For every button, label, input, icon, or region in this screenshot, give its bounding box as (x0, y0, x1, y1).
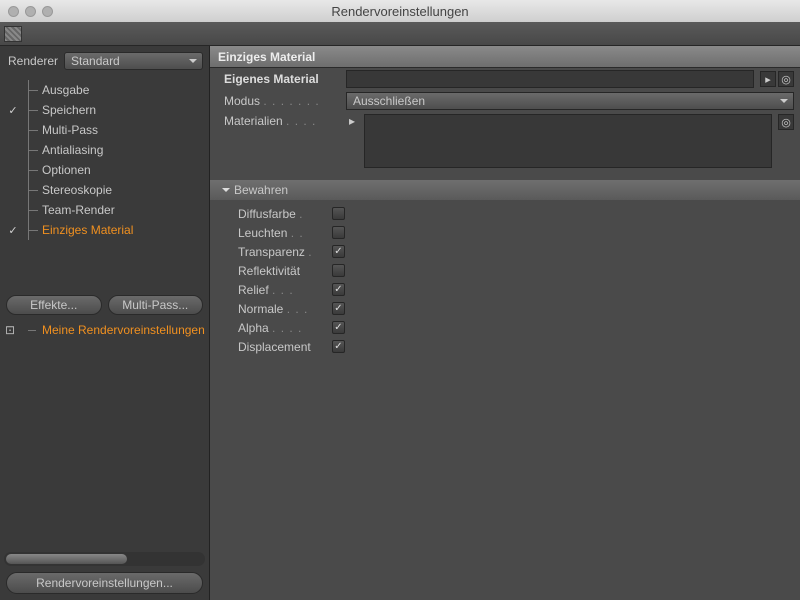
sidebar-item-ausgabe[interactable]: Ausgabe (0, 80, 209, 100)
own-material-field[interactable] (346, 70, 754, 88)
settings-tree: Ausgabe ✓ Speichern Multi-Pass Antialiasing O… (0, 78, 209, 291)
link-icon[interactable]: ▸ (760, 71, 776, 87)
check-row-displacement: Displacement ✓ (238, 337, 800, 356)
sidebar-item-label: Multi-Pass (40, 123, 98, 137)
sidebar: Renderer Standard Ausgabe ✓ Speichern Multi… (0, 46, 210, 600)
sidebar-item-label: Optionen (40, 163, 91, 177)
own-material-label: Eigenes Material (224, 72, 340, 86)
checkbox-icon[interactable]: ✓ (6, 224, 20, 237)
sidebar-item-label: Stereoskopie (40, 183, 112, 197)
checkbox-icon[interactable]: ✓ (6, 104, 20, 117)
target-icon[interactable]: ◎ (778, 71, 794, 87)
checkbox[interactable]: ✓ (332, 321, 345, 334)
preset-label[interactable]: Meine Rendervoreinstellungen (42, 323, 205, 337)
mode-label: Modus . . . . . . . (224, 94, 340, 108)
check-row-transparenz: Transparenz . ✓ (238, 242, 800, 261)
check-label: Reflektivität (238, 264, 328, 278)
sidebar-item-label: Team-Render (40, 203, 115, 217)
check-row-diffusfarbe: Diffusfarbe . (238, 204, 800, 223)
texture-icon[interactable] (4, 26, 22, 42)
sidebar-item-einziges-material[interactable]: ✓ Einziges Material (0, 220, 209, 240)
check-row-normale: Normale . . . ✓ (238, 299, 800, 318)
preset-toggle-icon[interactable]: ⊡ (4, 324, 16, 336)
preserve-group-header[interactable]: Bewahren (210, 180, 800, 200)
sidebar-item-optionen[interactable]: Optionen (0, 160, 209, 180)
sidebar-item-label: Einziges Material (40, 223, 133, 237)
renderer-label: Renderer (8, 54, 58, 68)
chevron-down-icon (222, 188, 230, 196)
renderer-dropdown[interactable]: Standard (64, 52, 203, 70)
multipass-button[interactable]: Multi-Pass... (108, 295, 204, 315)
sidebar-item-label: Ausgabe (40, 83, 89, 97)
check-label: Leuchten . . (238, 226, 328, 240)
check-label: Alpha . . . . (238, 321, 328, 335)
check-label: Normale . . . (238, 302, 328, 316)
renderer-value: Standard (71, 54, 120, 68)
render-settings-button[interactable]: Rendervoreinstellungen... (6, 572, 203, 594)
checkbox[interactable] (332, 264, 345, 277)
checkbox[interactable] (332, 207, 345, 220)
checkbox[interactable]: ✓ (332, 302, 345, 315)
sidebar-item-label: Antialiasing (40, 143, 103, 157)
panel-title: Einziges Material (210, 46, 800, 68)
check-label: Transparenz . (238, 245, 328, 259)
check-row-alpha: Alpha . . . . ✓ (238, 318, 800, 337)
materials-field[interactable] (364, 114, 772, 168)
checkbox[interactable] (332, 226, 345, 239)
sidebar-scrollbar[interactable] (4, 552, 205, 566)
sidebar-item-stereoskopie[interactable]: Stereoskopie (0, 180, 209, 200)
check-label: Diffusfarbe . (238, 207, 328, 221)
sidebar-item-antialiasing[interactable]: Antialiasing (0, 140, 209, 160)
check-label: Displacement (238, 340, 328, 354)
expand-icon[interactable]: ▸ (346, 114, 358, 128)
sidebar-item-speichern[interactable]: ✓ Speichern (0, 100, 209, 120)
window-titlebar: Rendervoreinstellungen (0, 0, 800, 22)
sidebar-item-label: Speichern (40, 103, 96, 117)
check-row-relief: Relief . . . ✓ (238, 280, 800, 299)
checkbox[interactable]: ✓ (332, 245, 345, 258)
mode-dropdown[interactable]: Ausschließen (346, 92, 794, 110)
target-icon[interactable]: ◎ (778, 114, 794, 130)
check-row-reflektivität: Reflektivität (238, 261, 800, 280)
check-label: Relief . . . (238, 283, 328, 297)
window-title: Rendervoreinstellungen (0, 4, 800, 19)
sidebar-item-team-render[interactable]: Team-Render (0, 200, 209, 220)
checkbox[interactable]: ✓ (332, 340, 345, 353)
sidebar-item-multi-pass[interactable]: Multi-Pass (0, 120, 209, 140)
properties-panel: Einziges Material Eigenes Material ▸ ◎ M… (210, 46, 800, 600)
checkbox[interactable]: ✓ (332, 283, 345, 296)
preserve-checklist: Diffusfarbe . Leuchten . . Transparenz .… (210, 200, 800, 356)
toolbar (0, 22, 800, 46)
effects-button[interactable]: Effekte... (6, 295, 102, 315)
check-row-leuchten: Leuchten . . (238, 223, 800, 242)
materials-label: Materialien . . . . (224, 114, 340, 128)
